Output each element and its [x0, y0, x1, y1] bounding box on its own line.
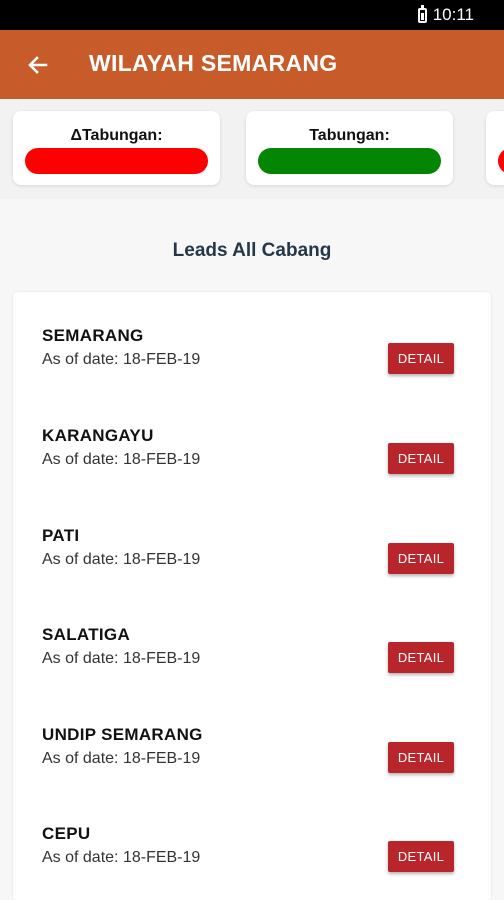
branch-name: SEMARANG — [42, 326, 144, 346]
branch-name: UNDIP SEMARANG — [42, 725, 203, 745]
stat-card-label: ΔTabungan: — [13, 127, 220, 145]
detail-button[interactable]: DETAIL — [388, 742, 454, 773]
stat-card-tabungan[interactable]: Tabungan: — [246, 111, 453, 185]
branch-name: PATI — [42, 526, 79, 546]
list-item: UNDIP SEMARANG As of date: 18-FEB-19 DET… — [13, 691, 491, 781]
list-item: PATI As of date: 18-FEB-19 DETAIL — [13, 492, 491, 582]
branch-name: CEPU — [42, 824, 90, 844]
back-button[interactable] — [18, 46, 58, 84]
list-item: KARANGAYU As of date: 18-FEB-19 DETAIL — [13, 392, 491, 482]
list-item: SEMARANG As of date: 18-FEB-19 DETAIL — [13, 292, 491, 382]
stat-cards-strip[interactable]: ΔTabungan: Tabungan: — [0, 99, 504, 199]
page-title: WILAYAH SEMARANG — [89, 50, 337, 77]
app-bar: WILAYAH SEMARANG — [0, 30, 504, 99]
branch-date: As of date: 18-FEB-19 — [42, 650, 200, 668]
detail-button[interactable]: DETAIL — [388, 642, 454, 673]
branch-date: As of date: 18-FEB-19 — [42, 551, 200, 569]
status-right: 10:11 — [418, 5, 474, 25]
status-time: 10:11 — [433, 5, 474, 25]
branch-name: SALATIGA — [42, 625, 130, 645]
detail-button[interactable]: DETAIL — [388, 543, 454, 574]
branch-date: As of date: 18-FEB-19 — [42, 451, 200, 469]
detail-button[interactable]: DETAIL — [388, 443, 454, 474]
section-title: Leads All Cabang — [0, 240, 504, 262]
stat-card-delta-tabungan[interactable]: ΔTabungan: — [13, 111, 220, 185]
battery-icon — [418, 8, 427, 23]
detail-button[interactable]: DETAIL — [388, 343, 454, 374]
branch-date: As of date: 18-FEB-19 — [42, 849, 200, 867]
branch-date: As of date: 18-FEB-19 — [42, 750, 200, 768]
list-item: CEPU As of date: 18-FEB-19 DETAIL — [13, 790, 491, 880]
stat-card-label: Tabungan: — [246, 127, 453, 145]
stat-card-partial[interactable] — [486, 111, 504, 185]
arrow-left-icon — [26, 53, 50, 77]
detail-button[interactable]: DETAIL — [388, 841, 454, 872]
status-bar: 10:11 — [0, 0, 504, 30]
stat-card-bar — [258, 148, 441, 174]
branch-date: As of date: 18-FEB-19 — [42, 351, 200, 369]
stat-card-bar — [25, 148, 208, 174]
branch-name: KARANGAYU — [42, 426, 154, 446]
branch-list: SEMARANG As of date: 18-FEB-19 DETAIL KA… — [13, 292, 491, 900]
stat-card-bar — [498, 148, 504, 174]
list-item: SALATIGA As of date: 18-FEB-19 DETAIL — [13, 591, 491, 681]
